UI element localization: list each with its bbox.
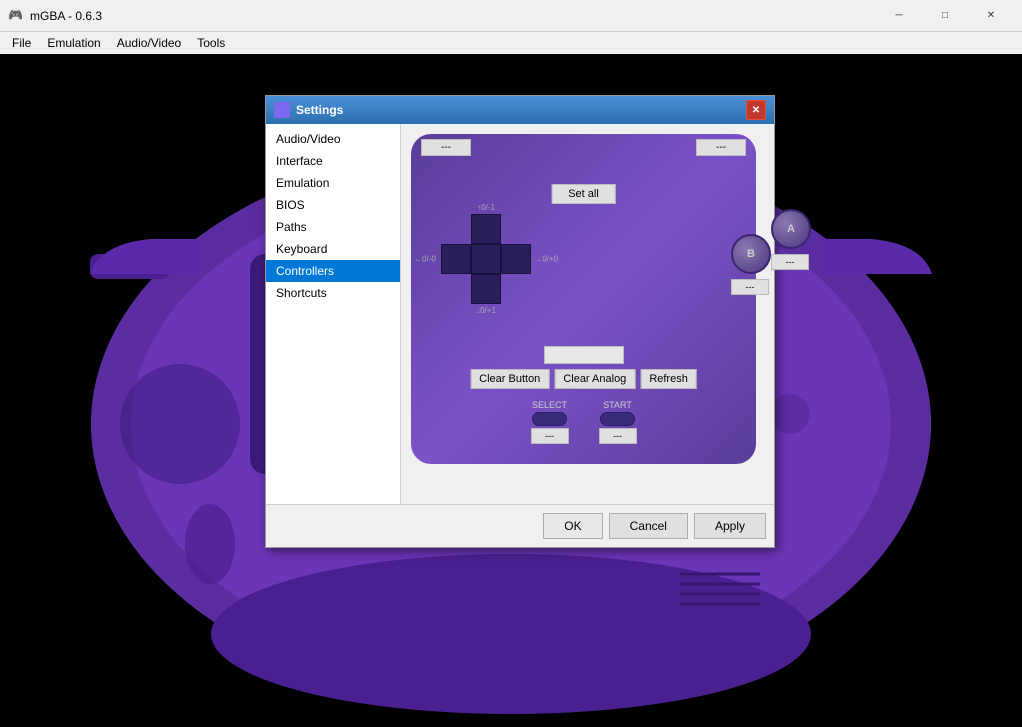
sidebar-item-emulation[interactable]: Emulation: [266, 172, 400, 194]
dpad-left-label: ←0/-0: [414, 255, 436, 264]
menu-audio-video[interactable]: Audio/Video: [109, 34, 190, 52]
select-label: SELECT: [532, 400, 567, 410]
settings-sidebar: Audio/Video Interface Emulation BIOS Pat…: [266, 124, 401, 504]
b-button[interactable]: B: [731, 234, 771, 274]
a-button-field[interactable]: ---: [771, 254, 809, 270]
controller-dropdown-container: [544, 346, 624, 364]
dialog-content: Audio/Video Interface Emulation BIOS Pat…: [266, 124, 774, 504]
sidebar-item-shortcuts[interactable]: Shortcuts: [266, 282, 400, 304]
sidebar-item-bios[interactable]: BIOS: [266, 194, 400, 216]
select-start-container: SELECT --- START ---: [531, 400, 637, 444]
dialog-icon: [274, 102, 290, 118]
start-oval[interactable]: [600, 412, 635, 426]
dpad-center: [471, 244, 501, 274]
titlebar-controls: ─ □ ✕: [876, 0, 1014, 32]
app-title: mGBA - 0.6.3: [30, 9, 876, 23]
dialog-footer: OK Cancel Apply: [266, 504, 774, 547]
menu-emulation[interactable]: Emulation: [39, 34, 108, 52]
select-oval[interactable]: [532, 412, 567, 426]
titlebar: 🎮 mGBA - 0.6.3 ─ □ ✕: [0, 0, 1022, 32]
set-all-button[interactable]: Set all: [551, 184, 616, 204]
clear-analog-btn[interactable]: Clear Analog: [554, 369, 635, 389]
sidebar-item-interface[interactable]: Interface: [266, 150, 400, 172]
action-buttons: Clear Button Clear Analog Refresh: [470, 369, 697, 389]
controller-panel: --- --- Set all ↑0/-1 ←0/-0: [411, 134, 756, 464]
dialog-titlebar: Settings ✕: [266, 96, 774, 124]
maximize-button[interactable]: □: [922, 0, 968, 32]
controller-dropdown[interactable]: [544, 346, 624, 364]
cancel-button[interactable]: Cancel: [609, 513, 688, 539]
select-field[interactable]: ---: [531, 428, 569, 444]
sidebar-item-paths[interactable]: Paths: [266, 216, 400, 238]
select-area: SELECT ---: [531, 400, 569, 444]
controller-main-panel: --- --- Set all ↑0/-1 ←0/-0: [401, 124, 774, 504]
start-area: START ---: [599, 400, 637, 444]
dpad-left[interactable]: ←0/-0: [441, 244, 471, 274]
dpad-down[interactable]: ↓0/+1: [471, 274, 501, 304]
dpad-down-label: ↓0/+1: [476, 306, 496, 315]
dpad-container: ↑0/-1 ←0/-0 →0/+0 ↓0/+1: [441, 214, 531, 304]
menu-tools[interactable]: Tools: [189, 34, 233, 52]
sidebar-item-keyboard[interactable]: Keyboard: [266, 238, 400, 260]
dpad-right-label: →0/+0: [534, 255, 558, 264]
close-button[interactable]: ✕: [968, 0, 1014, 32]
shoulder-right-area: ---: [696, 139, 746, 156]
shoulder-right-button[interactable]: ---: [696, 139, 746, 156]
refresh-btn[interactable]: Refresh: [640, 369, 697, 389]
minimize-button[interactable]: ─: [876, 0, 922, 32]
dpad-up-label: ↑0/-1: [477, 203, 495, 212]
apply-button[interactable]: Apply: [694, 513, 766, 539]
a-button-label: A: [787, 223, 795, 235]
menubar: File Emulation Audio/Video Tools: [0, 32, 1022, 54]
dpad-right[interactable]: →0/+0: [501, 244, 531, 274]
dpad: ↑0/-1 ←0/-0 →0/+0 ↓0/+1: [441, 214, 531, 304]
shoulder-left-button[interactable]: ---: [421, 139, 471, 156]
sidebar-item-audio-video[interactable]: Audio/Video: [266, 128, 400, 150]
a-button[interactable]: A: [771, 209, 811, 249]
menu-file[interactable]: File: [4, 34, 39, 52]
shoulder-left-area: ---: [421, 139, 471, 156]
dialog-close-button[interactable]: ✕: [746, 100, 766, 120]
b-button-label: B: [747, 248, 755, 260]
dpad-up[interactable]: ↑0/-1: [471, 214, 501, 244]
clear-button-btn[interactable]: Clear Button: [470, 369, 549, 389]
start-field[interactable]: ---: [599, 428, 637, 444]
start-label: START: [603, 400, 632, 410]
app-icon: 🎮: [8, 8, 24, 24]
sidebar-item-controllers[interactable]: Controllers: [266, 260, 400, 282]
b-button-field[interactable]: ---: [731, 279, 769, 295]
ok-button[interactable]: OK: [543, 513, 602, 539]
settings-dialog: Settings ✕ Audio/Video Interface Emulati…: [265, 95, 775, 548]
dialog-title: Settings: [296, 103, 746, 117]
